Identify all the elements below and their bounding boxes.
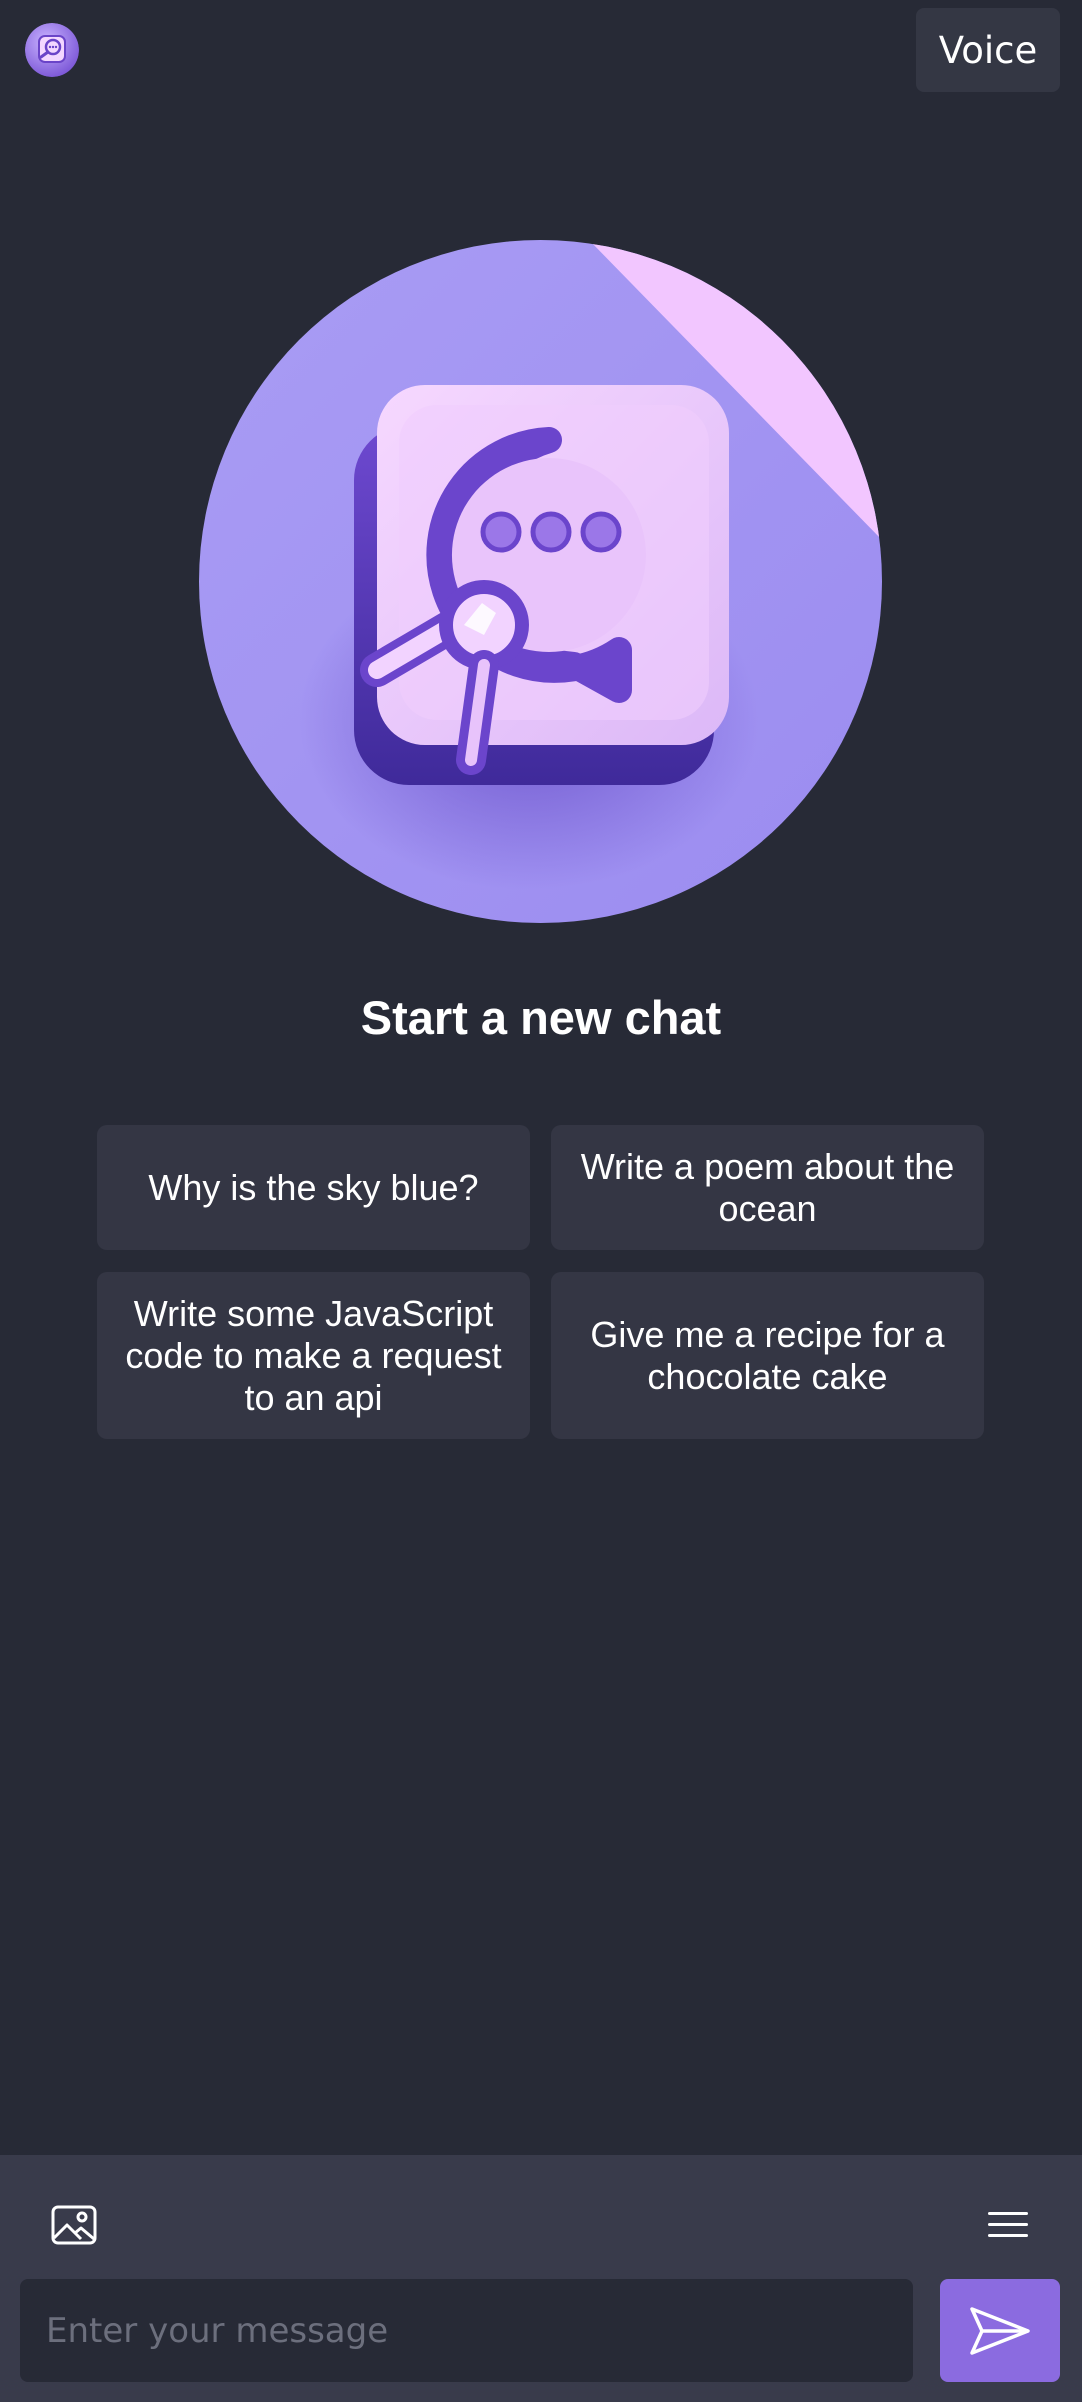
suggestion-label: Write a poem about the ocean <box>580 1145 955 1229</box>
suggestion-chocolate-cake[interactable]: Give me a recipe for a chocolate cake <box>551 1272 984 1439</box>
chat-logo-icon[interactable] <box>25 23 79 77</box>
voice-button[interactable]: Voice <box>916 8 1060 92</box>
suggestion-label: Give me a recipe for a chocolate cake <box>590 1313 945 1397</box>
send-button[interactable] <box>940 2279 1060 2382</box>
suggestion-javascript-request[interactable]: Write some JavaScript code to make a req… <box>97 1272 530 1439</box>
suggestion-poem-ocean[interactable]: Write a poem about the ocean <box>551 1125 984 1250</box>
message-input[interactable] <box>20 2279 913 2382</box>
menu-icon[interactable] <box>980 2195 1036 2255</box>
send-icon <box>970 2306 1030 2355</box>
suggestion-label: Write some JavaScript code to make a req… <box>125 1292 502 1418</box>
chat-app-hero-icon <box>199 240 882 923</box>
page-title: Start a new chat <box>360 991 722 1044</box>
suggestion-sky-blue[interactable]: Why is the sky blue? <box>97 1125 530 1250</box>
chat-app: Voice Start a new chat Why is the sky bl… <box>0 0 1082 2402</box>
top-bar: Voice <box>0 0 1082 100</box>
image-icon[interactable] <box>44 2195 104 2255</box>
suggestion-label: Why is the sky blue? <box>148 1166 479 1208</box>
message-composer <box>0 2155 1082 2402</box>
